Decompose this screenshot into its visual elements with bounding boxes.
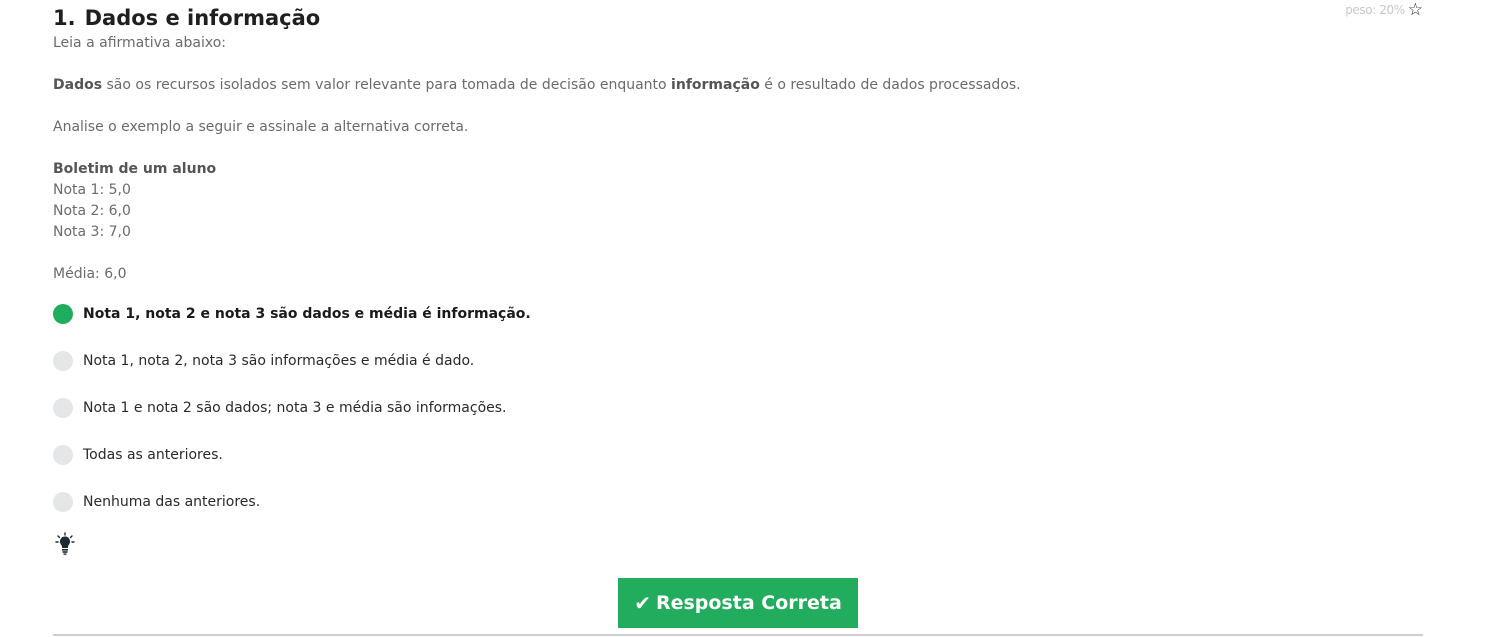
lightbulb-icon[interactable] [55, 532, 75, 556]
radio-selected[interactable] [53, 304, 73, 324]
example-heading: Boletim de um aluno [53, 161, 217, 177]
answer-option-a[interactable]: Nota 1, nota 2 e nota 3 são dados e médi… [53, 304, 531, 324]
question-instruction: Analise o exemplo a seguir e assinale a … [53, 119, 469, 135]
radio-unselected[interactable] [53, 492, 73, 512]
answer-option-label: Todas as anteriores. [83, 447, 223, 463]
radio-unselected[interactable] [53, 398, 73, 418]
star-icon[interactable]: ☆ [1408, 2, 1423, 19]
question-intro: Leia a afirmativa abaixo: [53, 35, 227, 51]
answer-option-e[interactable]: Nenhuma das anteriores. [53, 492, 260, 512]
answer-option-label: Nenhuma das anteriores. [83, 494, 261, 510]
question-card: peso: 20% ☆ 1. Dados e informação Leia a … [53, 0, 1423, 637]
answer-option-label: Nota 1, nota 2, nota 3 são informações e… [83, 353, 475, 369]
statement-end: é o resultado de dados processados. [759, 77, 1021, 93]
answer-option-label: Nota 1, nota 2 e nota 3 são dados e médi… [83, 306, 531, 322]
weight-label: peso: 20% [1345, 3, 1405, 17]
question-number: 1. [53, 6, 76, 30]
question-title-text: Dados e informação [84, 6, 321, 30]
correct-answer-label: Resposta Correta [655, 592, 842, 614]
answer-option-label: Nota 1 e nota 2 são dados; nota 3 e médi… [83, 400, 507, 416]
answer-option-d[interactable]: Todas as anteriores. [53, 445, 223, 465]
radio-unselected[interactable] [53, 445, 73, 465]
answer-option-c[interactable]: Nota 1 e nota 2 são dados; nota 3 e médi… [53, 398, 507, 418]
question-weight: peso: 20% ☆ [1345, 2, 1423, 19]
answer-option-b[interactable]: Nota 1, nota 2, nota 3 são informações e… [53, 351, 474, 371]
checkmark-icon: ✔ [634, 591, 651, 615]
statement-term-data: Dados [53, 77, 103, 93]
question-statement: Dados são os recursos isolados sem valor… [53, 75, 1021, 96]
example-line: Nota 3: 7,0 [53, 224, 131, 240]
question-title: 1. Dados e informação [53, 4, 320, 32]
radio-unselected[interactable] [53, 351, 73, 371]
statement-term-information: informação [671, 77, 760, 93]
statement-middle: são os recursos isolados sem valor relev… [102, 77, 672, 93]
divider [53, 634, 1423, 636]
correct-answer-button[interactable]: ✔ Resposta Correta [618, 578, 858, 628]
example-line: Nota 2: 6,0 [53, 203, 131, 219]
example-average: Média: 6,0 [53, 266, 127, 282]
example-line: Nota 1: 5,0 [53, 182, 131, 198]
